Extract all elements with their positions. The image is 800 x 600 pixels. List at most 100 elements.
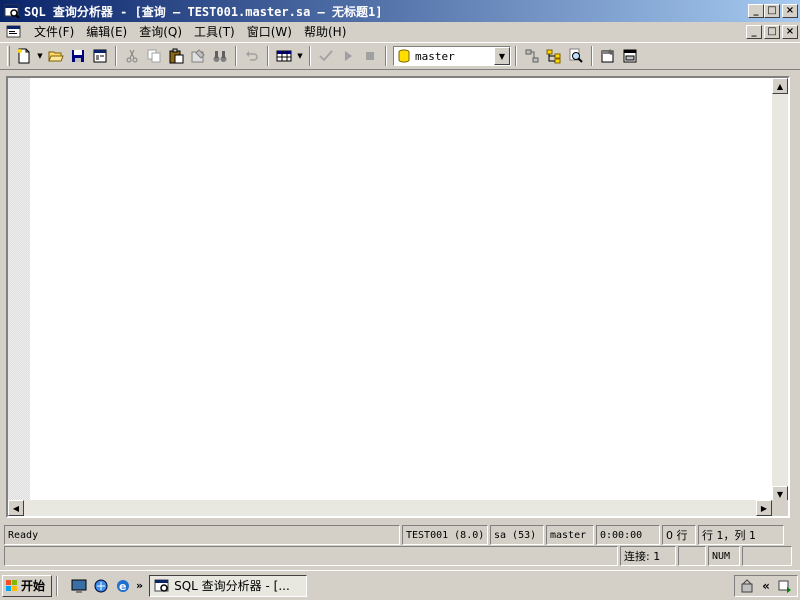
taskbar-item-label: SQL 查询分析器 - [... <box>174 579 290 593</box>
copy-button[interactable] <box>143 45 165 67</box>
menu-window[interactable]: 窗口(W) <box>241 23 298 40</box>
chevron-down-icon: ▼ <box>498 51 506 61</box>
quick-launch-chevron[interactable]: » <box>136 579 143 592</box>
parse-query-button[interactable] <box>315 45 337 67</box>
paste-clipboard-icon <box>169 48 184 64</box>
new-query-dropdown[interactable]: ▼ <box>35 45 45 67</box>
menu-help[interactable]: 帮助(H) <box>298 23 352 40</box>
paste-button[interactable] <box>165 45 187 67</box>
query-analyzer-icon <box>154 579 169 592</box>
scroll-right-button[interactable]: ▶ <box>756 500 772 516</box>
editor-gutter <box>8 78 30 502</box>
arrow-left-icon: ◀ <box>12 503 20 513</box>
eraser-icon <box>191 49 205 63</box>
scroll-left-button[interactable]: ◀ <box>8 500 24 516</box>
results-pane-icon <box>623 49 637 63</box>
horizontal-scrollbar[interactable]: ◀ ▶ <box>8 500 772 516</box>
network-icon[interactable] <box>777 578 793 594</box>
status-bar: Ready TEST001 (8.0) sa (53) master 0:00:… <box>4 525 798 545</box>
execute-query-button[interactable] <box>337 45 359 67</box>
menu-tools[interactable]: 工具(T) <box>188 23 241 40</box>
sql-server-service-icon[interactable] <box>739 578 755 594</box>
quick-launch-item[interactable] <box>68 575 90 597</box>
database-select-value: master <box>415 49 455 63</box>
start-label: 开始 <box>21 579 46 593</box>
status-blank <box>678 546 706 566</box>
title-bar[interactable]: SQL 查询分析器 - [查询 — TEST001.master.sa — 无标… <box>0 0 800 22</box>
arrow-right-icon: ▶ <box>760 503 768 513</box>
menu-edit[interactable]: 编辑(E) <box>80 23 133 40</box>
status-ready: Ready <box>4 525 400 545</box>
results-mode-dropdown[interactable]: ▼ <box>295 45 305 67</box>
stop-icon <box>366 52 374 60</box>
open-button[interactable] <box>45 45 67 67</box>
load-script-button[interactable] <box>89 45 111 67</box>
menu-bar: 文件(F) 编辑(E) 查询(Q) 工具(T) 窗口(W) 帮助(H) _ □ … <box>0 22 800 41</box>
current-connection-properties-button[interactable] <box>597 45 619 67</box>
save-disk-icon <box>72 50 84 62</box>
mdi-minimize-button[interactable]: _ <box>746 25 762 39</box>
status-num-lock: NUM <box>708 546 740 566</box>
start-button[interactable]: 开始 <box>2 574 52 597</box>
status-empty <box>4 546 618 566</box>
binoculars-icon <box>213 51 227 62</box>
system-tray: « <box>734 575 798 597</box>
minimize-button[interactable]: _ <box>748 4 764 18</box>
display-plan-button[interactable] <box>521 45 543 67</box>
database-select[interactable]: master ▼ <box>393 46 511 66</box>
scroll-up-button[interactable]: ▲ <box>772 78 788 94</box>
quick-launch-item[interactable]: e <box>112 575 134 597</box>
query-analyzer-icon <box>4 4 20 19</box>
toolbar-separator <box>385 46 387 66</box>
undo-icon <box>246 51 258 61</box>
database-icon <box>398 49 410 63</box>
taskbar: 开始 e » SQL 查询分析器 - [... « <box>0 570 800 600</box>
close-button[interactable]: × <box>782 4 798 18</box>
open-folder-icon <box>48 51 64 62</box>
toolbar-separator <box>591 46 593 66</box>
toolbar-separator <box>115 46 117 66</box>
chevron-down-icon: ▼ <box>297 52 303 60</box>
svg-text:e: e <box>119 580 126 593</box>
object-browser-button[interactable] <box>543 45 565 67</box>
window-title: SQL 查询分析器 - [查询 — TEST001.master.sa — 无标… <box>24 4 383 19</box>
database-dropdown-button[interactable]: ▼ <box>494 47 510 65</box>
find-button[interactable] <box>209 45 231 67</box>
mdi-close-button[interactable]: × <box>782 25 798 39</box>
query-window-icon[interactable] <box>6 24 22 40</box>
save-button[interactable] <box>67 45 89 67</box>
object-search-button[interactable] <box>565 45 587 67</box>
tray-chevron[interactable]: « <box>762 579 770 593</box>
clear-window-button[interactable] <box>187 45 209 67</box>
cancel-query-button[interactable] <box>359 45 381 67</box>
status-database: master <box>546 525 594 545</box>
toolbar-grip[interactable] <box>7 46 10 66</box>
maximize-button[interactable]: □ <box>764 4 780 18</box>
toolbar-separator <box>267 46 269 66</box>
copy-icon <box>147 49 161 63</box>
show-desktop-icon <box>71 579 87 593</box>
taskbar-item-query-analyzer[interactable]: SQL 查询分析器 - [... <box>149 574 308 597</box>
quick-launch-item[interactable] <box>90 575 112 597</box>
show-results-pane-button[interactable] <box>619 45 641 67</box>
mdi-restore-button[interactable]: □ <box>764 25 780 39</box>
menu-file[interactable]: 文件(F) <box>28 23 80 40</box>
vertical-scrollbar[interactable]: ▲ ▼ <box>772 78 788 502</box>
new-query-button[interactable] <box>13 45 35 67</box>
query-editor[interactable]: ▲ ▼ ◀ ▶ <box>6 76 790 518</box>
quick-launch: e » <box>68 575 143 597</box>
status-server: TEST001 (8.0) <box>402 525 488 545</box>
results-mode-button[interactable] <box>273 45 295 67</box>
size-grip[interactable] <box>742 546 792 566</box>
status-elapsed-time: 0:00:00 <box>596 525 660 545</box>
menu-query[interactable]: 查询(Q) <box>133 23 188 40</box>
toolbar-separator <box>235 46 237 66</box>
explorer-icon <box>94 579 108 592</box>
undo-button[interactable] <box>241 45 263 67</box>
cut-button[interactable] <box>121 45 143 67</box>
execution-plan-icon <box>525 49 539 63</box>
arrow-down-icon: ▼ <box>776 489 784 499</box>
grid-icon <box>276 50 292 62</box>
play-icon <box>345 51 352 61</box>
search-icon <box>569 48 583 63</box>
